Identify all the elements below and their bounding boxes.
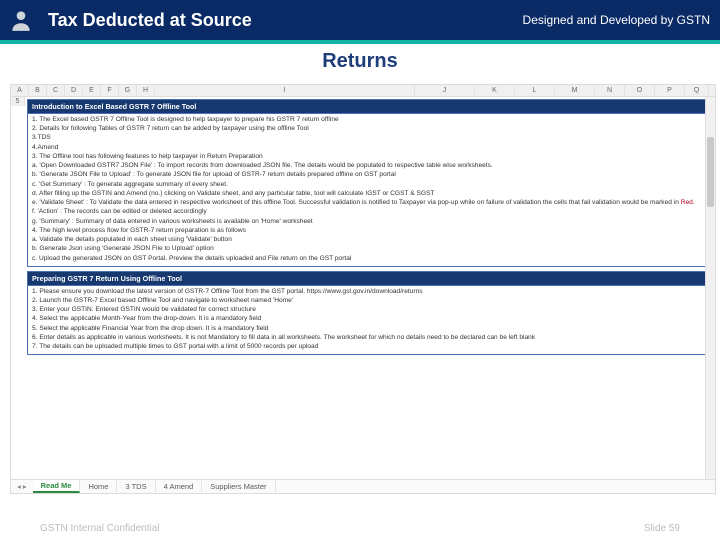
preparing-panel-body: 1. Please ensure you download the latest… <box>28 285 710 355</box>
col-header: O <box>625 85 655 96</box>
intro-panel-title: Introduction to Excel Based GSTR 7 Offli… <box>28 100 710 113</box>
panel-line: 1. Please ensure you download the latest… <box>32 288 706 296</box>
panel-line: c. 'Get Summary' : To generate aggregate… <box>32 181 706 189</box>
panel-line: a. 'Open Downloaded GSTR7 JSON File' : T… <box>32 162 706 170</box>
panel-line: d. After filling up the GSTIN and Amend … <box>32 190 706 198</box>
sheet-tab[interactable]: Home <box>80 481 117 492</box>
panel-line: 4.Amend <box>32 144 706 152</box>
panel-line: 3. Enter your GSTIN. Entered GSTIN would… <box>32 306 706 314</box>
col-header: H <box>137 85 155 96</box>
col-header: K <box>475 85 515 96</box>
footer-left: GSTN Internal Confidential <box>40 523 160 534</box>
panel-line: a. Validate the details populated in eac… <box>32 236 706 244</box>
col-header: L <box>515 85 555 96</box>
footer-right: Slide 59 <box>644 523 680 534</box>
sheet-tab[interactable]: 3 TDS <box>117 481 155 492</box>
panel-line: 4. Select the applicable Month-Year from… <box>32 315 706 323</box>
col-header: E <box>83 85 101 96</box>
intro-panel: Introduction to Excel Based GSTR 7 Offli… <box>27 99 711 267</box>
col-header: D <box>65 85 83 96</box>
panel-line: 6. Enter details as applicable in variou… <box>32 334 706 342</box>
col-header: N <box>595 85 625 96</box>
page-subhead: Returns <box>0 44 720 79</box>
panel-line: e. 'Validate Sheet' : To Validate the da… <box>32 199 706 207</box>
panel-line: f. 'Action' : The records can be edited … <box>32 208 706 216</box>
panel-line: 5. Select the applicable Financial Year … <box>32 325 706 333</box>
col-header: J <box>415 85 475 96</box>
col-header: Q <box>685 85 709 96</box>
title-bar: Tax Deducted at Source Designed and Deve… <box>0 0 720 44</box>
preparing-panel-title: Preparing GSTR 7 Return Using Offline To… <box>28 272 710 285</box>
cell-grid: Introduction to Excel Based GSTR 7 Offli… <box>25 97 715 479</box>
panel-line: 3. The Offline tool has following featur… <box>32 153 706 161</box>
panel-line: g. 'Summary' : Summary of data entered i… <box>32 218 706 226</box>
col-header: G <box>119 85 137 96</box>
sheet-tab[interactable]: Read Me <box>33 480 81 493</box>
panel-line: 4. The high level process flow for GSTR-… <box>32 227 706 235</box>
sheet-tabs: ◂ ▸ Read MeHome3 TDS4 AmendSuppliers Mas… <box>11 479 715 493</box>
panel-line: 2. Launch the GSTR-7 Excel based Offline… <box>32 297 706 305</box>
sheet-tab[interactable]: Suppliers Master <box>202 481 275 492</box>
row-headers: 5 <box>11 97 25 479</box>
preparing-panel: Preparing GSTR 7 Return Using Offline To… <box>27 271 711 356</box>
sheet-tab[interactable]: 4 Amend <box>156 481 203 492</box>
panel-line: b. 'Generate JSON File to Upload' : To g… <box>32 171 706 179</box>
panel-line: 1. The Excel based GSTR 7 Offline Tool i… <box>32 116 706 124</box>
col-header: C <box>47 85 65 96</box>
panel-line: 3.TDS <box>32 134 706 142</box>
column-headers: ABCDEFGHIJKLMNOPQ <box>11 85 715 97</box>
panel-line: 2. Details for following Tables of GSTR … <box>32 125 706 133</box>
tab-scroll-arrows[interactable]: ◂ ▸ <box>11 482 33 491</box>
intro-panel-body: 1. The Excel based GSTR 7 Offline Tool i… <box>28 113 710 266</box>
credit-text: Designed and Developed by GSTN <box>523 13 720 27</box>
emblem-icon <box>0 1 42 39</box>
scroll-thumb[interactable] <box>707 137 714 207</box>
vertical-scrollbar[interactable] <box>705 97 715 479</box>
panel-line: b. Generate Json using 'Generate JSON Fi… <box>32 245 706 253</box>
panel-line: c. Upload the generated JSON on GST Port… <box>32 255 706 263</box>
row-number: 5 <box>11 97 25 106</box>
spreadsheet-embed: ABCDEFGHIJKLMNOPQ 5 Introduction to Exce… <box>10 84 716 494</box>
app-title: Tax Deducted at Source <box>42 10 523 31</box>
col-header: A <box>11 85 29 96</box>
slide-footer: GSTN Internal Confidential Slide 59 <box>0 523 720 534</box>
col-header: F <box>101 85 119 96</box>
col-header: I <box>155 85 415 96</box>
col-header: P <box>655 85 685 96</box>
col-header: B <box>29 85 47 96</box>
col-header: M <box>555 85 595 96</box>
panel-line: 7. The details can be uploaded multiple … <box>32 343 706 351</box>
